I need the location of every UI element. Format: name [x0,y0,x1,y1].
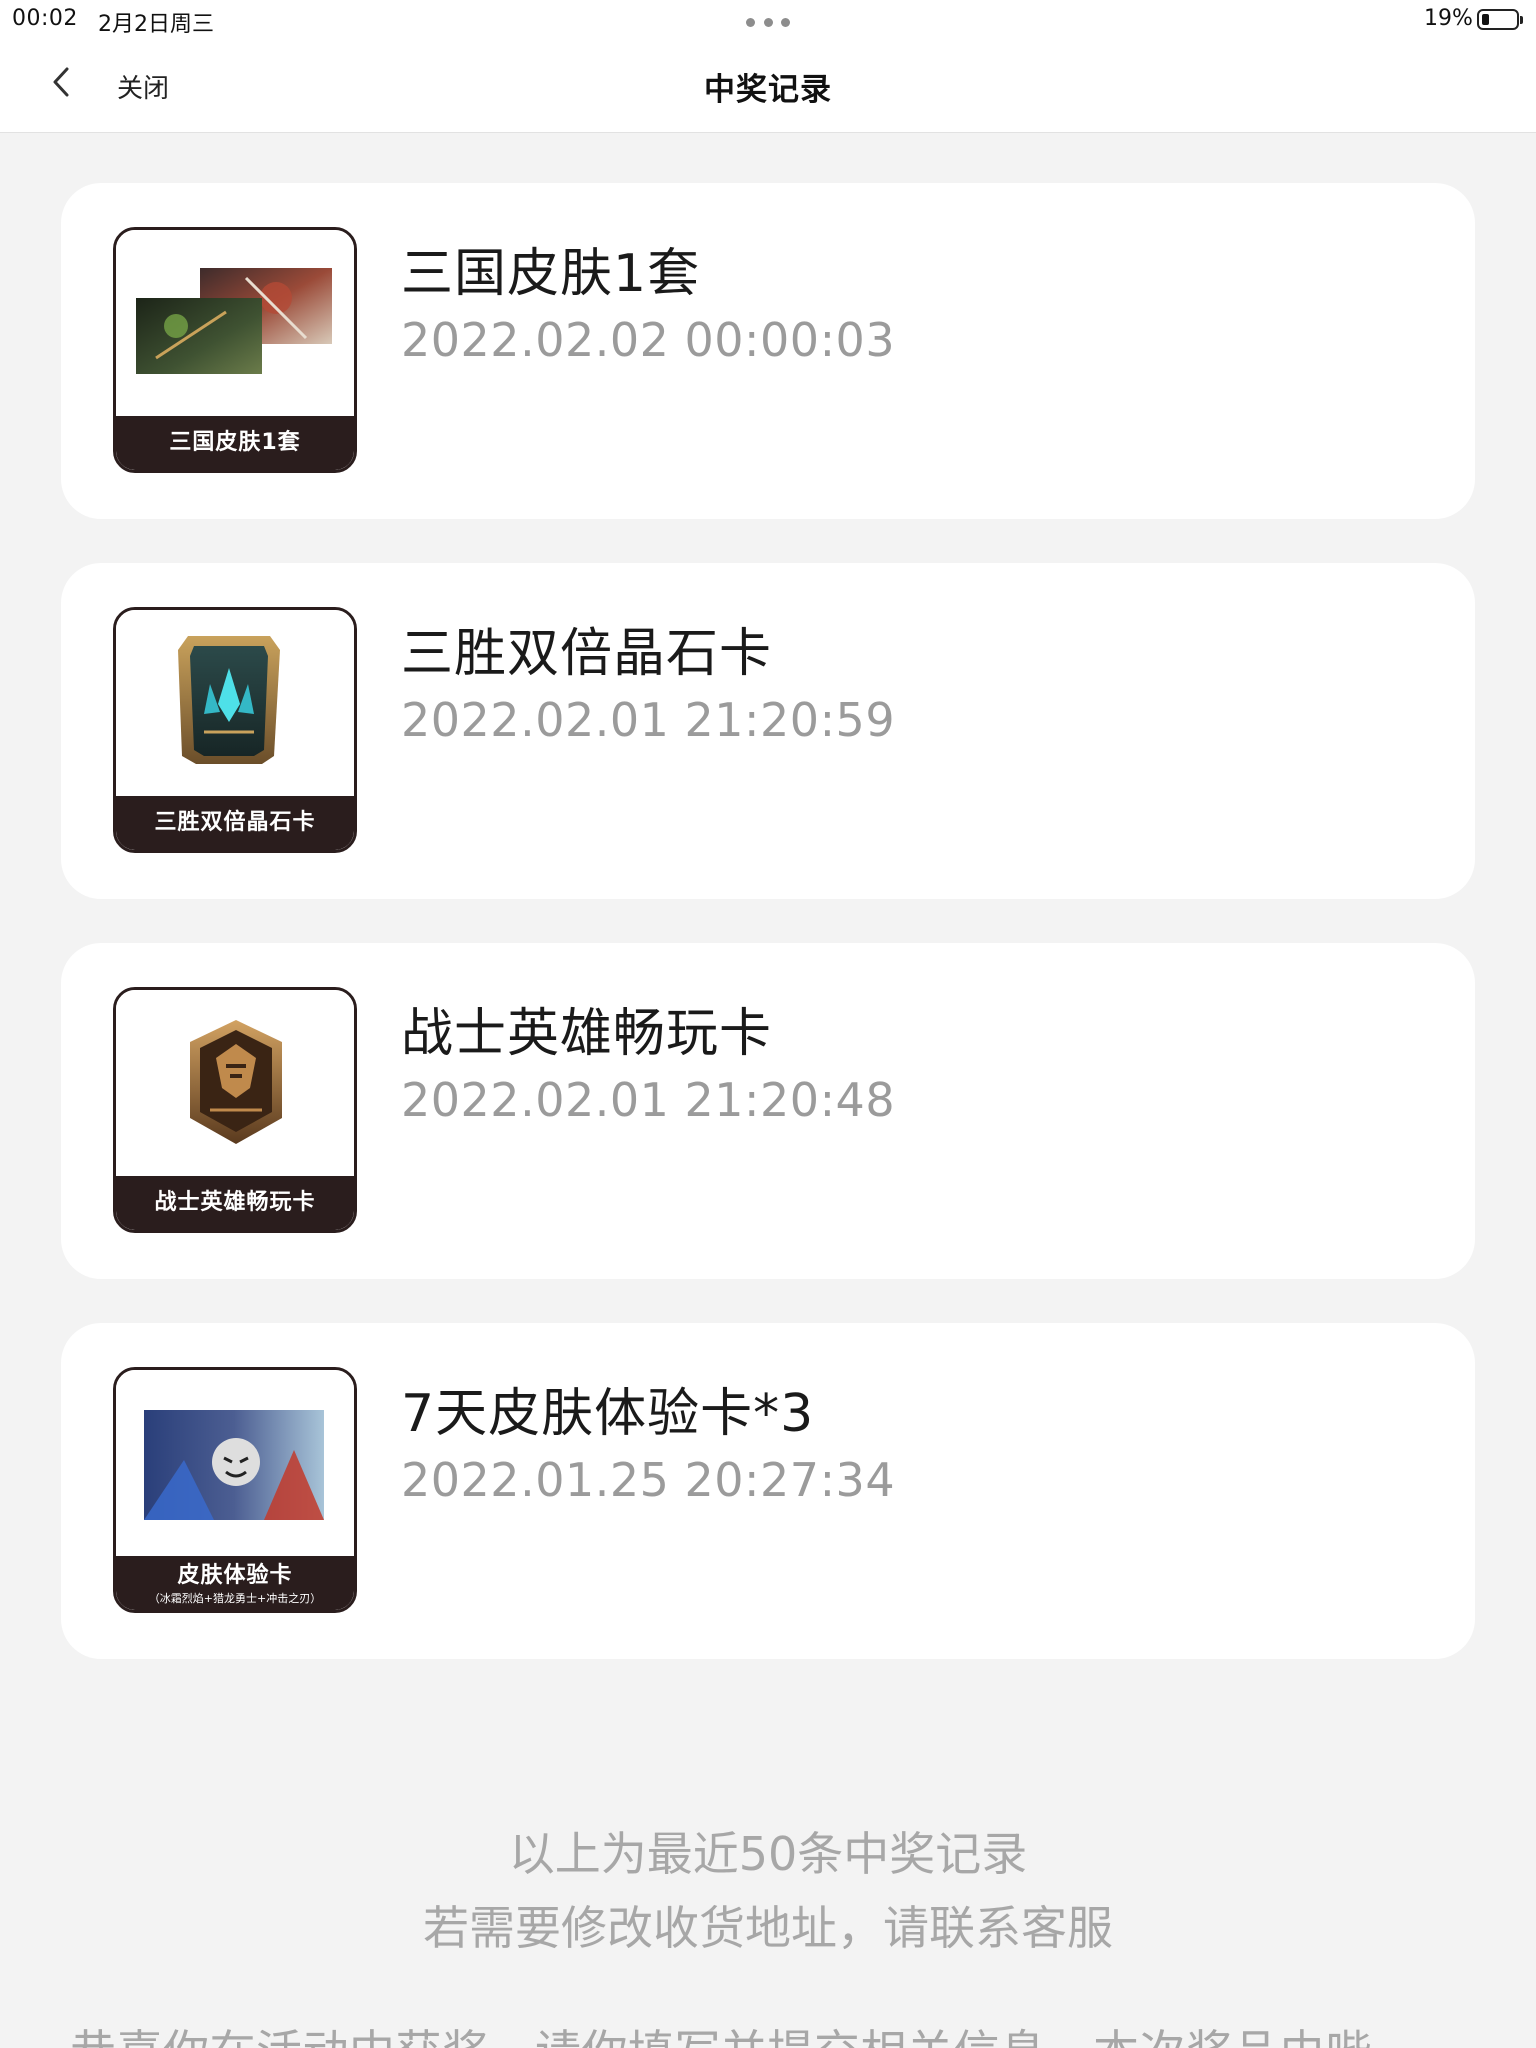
prize-name: 三胜双倍晶石卡 [401,624,773,684]
prize-record-card[interactable]: 三国皮肤1套 三国皮肤1套 2022.02.02 00:00:03 [61,183,1475,519]
battery-icon [1477,9,1523,30]
prize-records-page: 00:02 2月2日周三 19% 关闭 中奖记录 三国皮肤1套 三国皮肤1套 2… [0,0,1536,2048]
thumbnail-label: 三胜双倍晶石卡 [116,796,354,850]
thumbnail-label: 战士英雄畅玩卡 [116,1176,354,1230]
congratulation-note: 恭喜你在活动中获奖，请你填写并提交相关信息，本次奖品由哔 [70,2016,1372,2048]
prize-thumbnail: 战士英雄畅玩卡 [113,987,357,1233]
records-limit-note: 以上为最近50条中奖记录 [508,1827,1028,1881]
thumbnail-label: 三国皮肤1套 [116,416,354,470]
warrior-badge-icon [190,1020,282,1144]
prize-name: 7天皮肤体验卡*3 [401,1384,815,1444]
skin-artwork-icon [136,268,332,374]
thumbnail-label-main: 皮肤体验卡 [177,1563,293,1588]
status-bar: 00:02 2月2日周三 19% [0,0,1536,38]
status-date: 2月2日周三 [98,12,214,37]
page-title: 中奖记录 [704,72,832,108]
thumbnail-label: 皮肤体验卡 （冰霜烈焰+猎龙勇士+冲击之刃） [116,1556,354,1610]
navigation-bar: 关闭 中奖记录 [0,38,1536,133]
crystal-card-icon [178,636,280,764]
prize-time: 2022.02.02 00:00:03 [401,313,896,367]
prize-record-card[interactable]: 皮肤体验卡 （冰霜烈焰+猎龙勇士+冲击之刃） 7天皮肤体验卡*3 2022.01… [61,1323,1475,1659]
prize-thumbnail: 三国皮肤1套 [113,227,357,473]
prize-thumbnail: 三胜双倍晶石卡 [113,607,357,853]
thumbnail-label-sub: （冰霜烈焰+猎龙勇士+冲击之刃） [148,1592,322,1605]
multitasking-dots-icon[interactable] [746,18,790,28]
prize-name: 战士英雄畅玩卡 [401,1004,773,1064]
prize-record-card[interactable]: 三胜双倍晶石卡 三胜双倍晶石卡 2022.02.01 21:20:59 [61,563,1475,899]
prize-time: 2022.02.01 21:20:59 [401,693,896,747]
prize-record-card[interactable]: 战士英雄畅玩卡 战士英雄畅玩卡 2022.02.01 21:20:48 [61,943,1475,1279]
battery-percentage: 19% [1424,6,1473,31]
prize-time: 2022.02.01 21:20:48 [401,1073,896,1127]
status-time: 00:02 [12,6,78,31]
prize-name: 三国皮肤1套 [401,244,701,304]
prize-time: 2022.01.25 20:27:34 [401,1453,896,1507]
prize-thumbnail: 皮肤体验卡 （冰霜烈焰+猎龙勇士+冲击之刃） [113,1367,357,1613]
skin-trial-artwork-icon [144,1410,324,1520]
contact-support-note: 若需要修改收货地址，请联系客服 [423,1901,1113,1955]
